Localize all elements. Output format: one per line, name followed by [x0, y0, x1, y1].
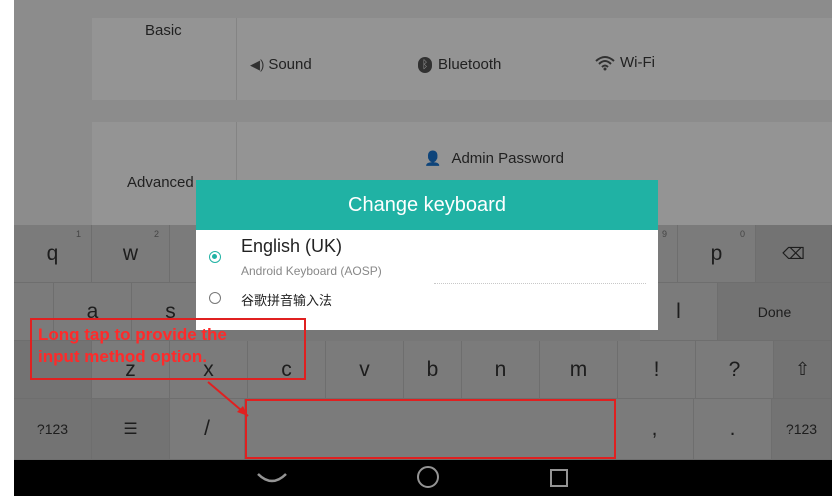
annotation-line-2: input method option.: [38, 347, 208, 366]
radio-unselected-icon: [209, 292, 221, 304]
option-label: English (UK): [241, 236, 343, 256]
option-label: 谷歌拼音输入法: [241, 293, 333, 308]
change-keyboard-title: Change keyboard: [196, 180, 658, 230]
annotation-line-1: Long tap to provide the: [38, 325, 227, 344]
left-border: [0, 0, 14, 496]
radio-selected-icon: [209, 251, 221, 263]
annotation-callout: Long tap to provide the input method opt…: [30, 318, 306, 380]
dialog-title-text: Change keyboard: [348, 193, 506, 216]
change-keyboard-dialog: English (UK) Android Keyboard (AOSP) 谷歌拼…: [196, 230, 658, 330]
spacebar-highlight: [245, 399, 616, 459]
option-divider: [434, 283, 646, 284]
keyboard-option-english[interactable]: English (UK) Android Keyboard (AOSP): [196, 230, 658, 284]
option-sublabel: Android Keyboard (AOSP): [241, 264, 382, 278]
keyboard-option-google-pinyin[interactable]: 谷歌拼音输入法: [196, 288, 658, 316]
